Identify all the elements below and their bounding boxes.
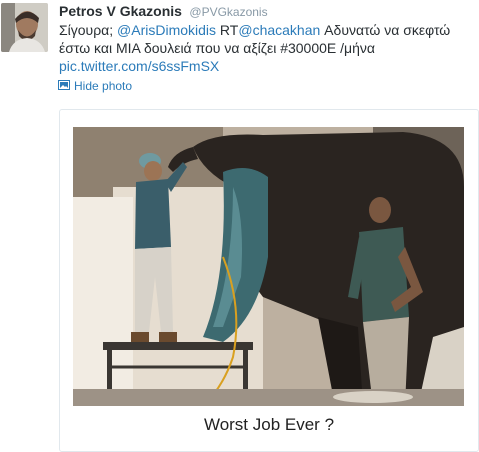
display-name[interactable]: Petros V Gkazonis	[59, 3, 182, 19]
tweet-header: Petros V Gkazonis @PVGkazonis	[59, 3, 268, 21]
hide-photo-button[interactable]: Hide photo	[58, 79, 132, 93]
tweet: Petros V Gkazonis @PVGkazonis Σίγουρα; @…	[0, 0, 479, 452]
tweet-text: Σίγουρα; @ArisDimokidis RT@chacakhan Αδυ…	[59, 21, 474, 75]
photo-caption: Worst Job Ever ?	[203, 415, 335, 434]
retweet-label: RT	[216, 22, 239, 38]
mention-arisdimokidis[interactable]: @ArisDimokidis	[117, 22, 216, 38]
mention-chacakhan[interactable]: @chacakhan	[238, 22, 320, 38]
tweet-photo[interactable]	[73, 127, 464, 406]
screen-name[interactable]: @PVGkazonis	[189, 5, 267, 19]
tweet-text-rest: Αδυνατώ να σκεφτώ	[320, 22, 451, 38]
photo-icon	[58, 79, 70, 93]
tweet-text-prefix: Σίγουρα;	[59, 22, 118, 38]
tweet-text-line-2: έστω και ΜΙΑ δουλειά που να αξίζει #3000…	[59, 40, 375, 56]
hide-photo-label: Hide photo	[74, 79, 133, 93]
pic-link[interactable]: pic.twitter.com/s6ssFmSX	[59, 58, 219, 74]
media-container: Worst Job Ever ?	[59, 109, 479, 452]
avatar[interactable]	[1, 3, 48, 52]
tweet-text-line-1: Σίγουρα; @ArisDimokidis RT@chacakhan Αδυ…	[59, 21, 474, 39]
